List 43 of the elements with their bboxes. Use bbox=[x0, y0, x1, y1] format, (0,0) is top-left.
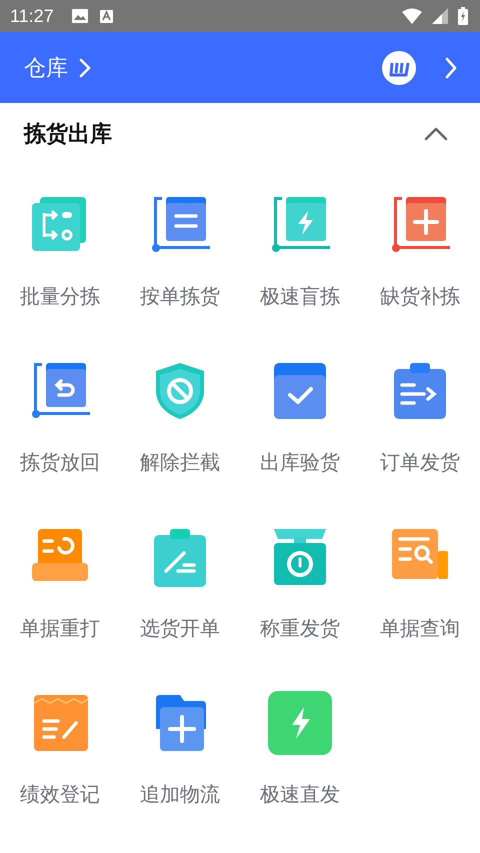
image-icon bbox=[72, 9, 88, 23]
feature-label: 按单拣货 bbox=[140, 283, 220, 310]
keyboard-icon bbox=[100, 10, 113, 22]
feature-label: 追加物流 bbox=[140, 781, 220, 808]
feature-label: 极速盲拣 bbox=[260, 283, 340, 310]
feature-item[interactable]: 单据重打 bbox=[0, 525, 120, 691]
feature-label: 缺货补拣 bbox=[380, 283, 460, 310]
feature-label: 拣货放回 bbox=[20, 449, 100, 476]
feature-label: 极速直发 bbox=[260, 781, 340, 808]
feature-label: 选货开单 bbox=[140, 615, 220, 642]
battery-icon bbox=[458, 7, 468, 25]
feature-label: 批量分拣 bbox=[20, 283, 100, 310]
feature-label: 称重发货 bbox=[260, 615, 340, 642]
section-title: 拣货出库 bbox=[24, 120, 112, 149]
feature-item[interactable]: 缺货补拣 bbox=[360, 193, 480, 359]
feature-item[interactable]: 追加物流 bbox=[120, 691, 240, 853]
feature-label: 绩效登记 bbox=[20, 781, 100, 808]
bolt-icon bbox=[268, 691, 332, 755]
feature-item[interactable]: 按单拣货 bbox=[120, 193, 240, 359]
feature-label: 单据重打 bbox=[20, 615, 100, 642]
feature-item[interactable]: 单据查询 bbox=[360, 525, 480, 691]
feature-item[interactable]: 解除拦截 bbox=[120, 359, 240, 525]
feature-label: 出库验货 bbox=[260, 449, 340, 476]
feature-item[interactable]: 选货开单 bbox=[120, 525, 240, 691]
feature-item[interactable]: 出库验货 bbox=[240, 359, 360, 525]
feature-item[interactable]: 极速直发 bbox=[240, 691, 360, 853]
feature-item[interactable]: 批量分拣 bbox=[0, 193, 120, 359]
feature-label: 订单发货 bbox=[380, 449, 460, 476]
feature-item[interactable]: 订单发货 bbox=[360, 359, 480, 525]
collapse-caret-icon[interactable] bbox=[424, 127, 448, 141]
chevron-right-icon bbox=[78, 58, 92, 78]
logo-icon[interactable] bbox=[382, 50, 416, 84]
signal-icon bbox=[432, 8, 448, 24]
feature-label: 单据查询 bbox=[380, 615, 460, 642]
feature-item[interactable]: 极速盲拣 bbox=[240, 193, 360, 359]
wifi-icon bbox=[402, 8, 422, 24]
feature-item[interactable]: 拣货放回 bbox=[0, 359, 120, 525]
feature-item[interactable]: 绩效登记 bbox=[0, 691, 120, 853]
warehouse-button[interactable]: 仓库 bbox=[24, 52, 92, 82]
feature-item[interactable]: 称重发货 bbox=[240, 525, 360, 691]
status-time: 11:27 bbox=[10, 6, 54, 26]
feature-label: 解除拦截 bbox=[140, 449, 220, 476]
chevron-right-icon[interactable] bbox=[444, 56, 458, 78]
